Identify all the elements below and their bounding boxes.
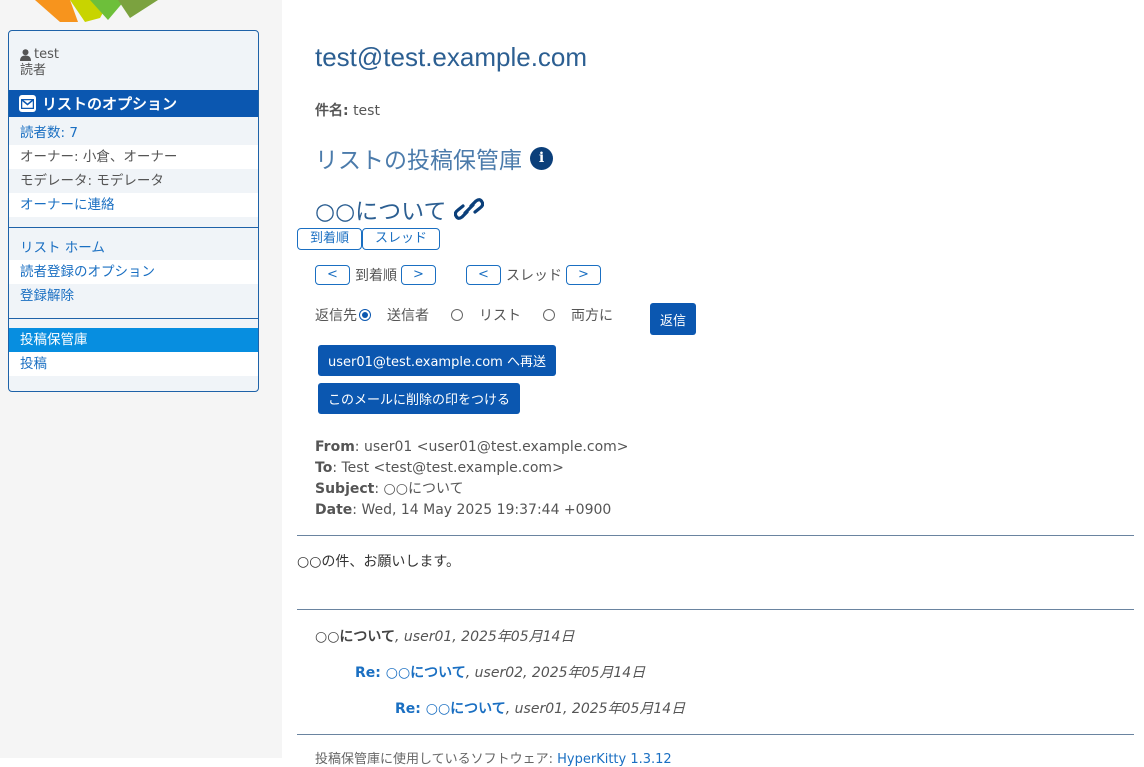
thread-meta: user01, 2025年05月14日 xyxy=(403,629,575,645)
main-content: test@test.example.com 件名: test リストの投稿保管庫… xyxy=(297,0,1137,767)
user-info: test 読者 xyxy=(20,47,59,79)
archive-title: リストの投稿保管庫 i xyxy=(315,141,553,175)
divider xyxy=(9,318,258,319)
list-options-header: リストのオプション xyxy=(9,90,258,117)
message-title: ○○について xyxy=(315,192,485,226)
footer-link[interactable]: HyperKitty 1.3.12 xyxy=(557,752,672,767)
divider xyxy=(297,734,1134,735)
user-name: test xyxy=(34,47,59,62)
thread-title: ○○について xyxy=(315,629,396,645)
option-sender-label: 送信者 xyxy=(387,308,429,324)
by-date-label: 到着順 xyxy=(355,268,397,284)
subject-header-label: Subject xyxy=(315,481,375,497)
from-value: user01 <user01@test.example.com> xyxy=(363,439,629,455)
date-value: Wed, 14 May 2025 19:37:44 +0900 xyxy=(361,502,612,518)
radio-both[interactable] xyxy=(543,309,555,321)
contact-owner-link[interactable]: オーナーに連絡 xyxy=(9,193,258,217)
message-headers: From: user01 <user01@test.example.com> T… xyxy=(315,439,629,518)
mark-delete-button[interactable]: このメールに削除の印をつける xyxy=(318,383,521,414)
divider xyxy=(297,535,1134,536)
left-column: test 読者 リストのオプション 読者数: 7 オーナー: 小倉、オーナー モ… xyxy=(0,0,282,758)
to-label: To xyxy=(315,460,333,476)
list-options-panel: test 読者 リストのオプション 読者数: 7 オーナー: 小倉、オーナー モ… xyxy=(8,30,259,392)
subject-line: 件名: test xyxy=(315,100,380,120)
subject-label: 件名: xyxy=(315,103,349,119)
subscriber-count[interactable]: 読者数: 7 xyxy=(9,121,258,145)
owner-info: オーナー: 小倉、オーナー xyxy=(9,145,258,169)
prev-by-date-button[interactable]: < xyxy=(315,265,350,285)
thread-meta: user02, 2025年05月14日 xyxy=(474,665,646,681)
divider xyxy=(9,227,258,228)
resend-button[interactable]: user01@test.example.com へ再送 xyxy=(318,345,556,376)
thread-link[interactable]: Re: ○○について xyxy=(395,701,506,717)
prev-by-thread-button[interactable]: < xyxy=(466,265,501,285)
reply-to-label: 返信先 xyxy=(315,308,357,324)
thread-item: Re: ○○について, user01, 2025年05月14日 xyxy=(395,701,686,717)
to-value: Test <test@test.example.com> xyxy=(341,460,564,476)
sidebar-item-post[interactable]: 投稿 xyxy=(9,352,258,376)
radio-list[interactable] xyxy=(451,309,463,321)
thread-item: ○○について, user01, 2025年05月14日 xyxy=(315,629,575,645)
reply-to-options: 返信先 送信者 リスト 両方に xyxy=(315,305,613,325)
message-navigation: < 到着順 > < スレッド > xyxy=(315,265,601,285)
info-icon[interactable]: i xyxy=(530,146,553,170)
link-icon[interactable] xyxy=(454,198,485,220)
next-by-date-button[interactable]: > xyxy=(401,265,436,285)
subject-value: test xyxy=(353,103,380,119)
sidebar-item-subscription-options[interactable]: 読者登録のオプション xyxy=(9,260,258,284)
option-list-label: リスト xyxy=(479,308,521,324)
option-both-label: 両方に xyxy=(571,308,613,324)
tab-by-thread[interactable]: スレッド xyxy=(362,228,441,250)
logo xyxy=(30,0,160,22)
archive-title-text: リストの投稿保管庫 xyxy=(315,148,522,174)
thread-meta: user01, 2025年05月14日 xyxy=(514,701,686,717)
date-label: Date xyxy=(315,502,353,518)
footer-text: 投稿保管庫に使用しているソフトウェア: xyxy=(315,752,558,767)
user-role: 読者 xyxy=(20,63,47,78)
sidebar-item-archives[interactable]: 投稿保管庫 xyxy=(9,328,258,352)
envelope-icon xyxy=(19,95,36,112)
tab-by-date[interactable]: 到着順 xyxy=(297,228,363,250)
message-body: ○○の件、お願いします。 xyxy=(297,554,461,570)
next-by-thread-button[interactable]: > xyxy=(566,265,601,285)
sort-tabs: 到着順 スレッド xyxy=(297,228,441,250)
reply-button[interactable]: 返信 xyxy=(650,303,696,335)
subject-header-value: ○○について xyxy=(383,481,464,497)
thread-link[interactable]: Re: ○○について xyxy=(355,665,466,681)
message-title-text: ○○について xyxy=(315,199,447,225)
by-thread-label: スレッド xyxy=(506,268,562,284)
list-options-title: リストのオプション xyxy=(42,95,178,113)
thread-item: Re: ○○について, user02, 2025年05月14日 xyxy=(355,665,646,681)
user-icon xyxy=(20,49,31,61)
radio-sender[interactable] xyxy=(359,309,371,321)
list-address-title[interactable]: test@test.example.com xyxy=(315,42,587,73)
from-label: From xyxy=(315,439,355,455)
divider xyxy=(297,609,1134,610)
moderator-info: モデレータ: モデレータ xyxy=(20,173,164,189)
sidebar-item-unsubscribe[interactable]: 登録解除 xyxy=(9,284,258,308)
sidebar-item-list-home[interactable]: リスト ホーム xyxy=(9,236,258,260)
